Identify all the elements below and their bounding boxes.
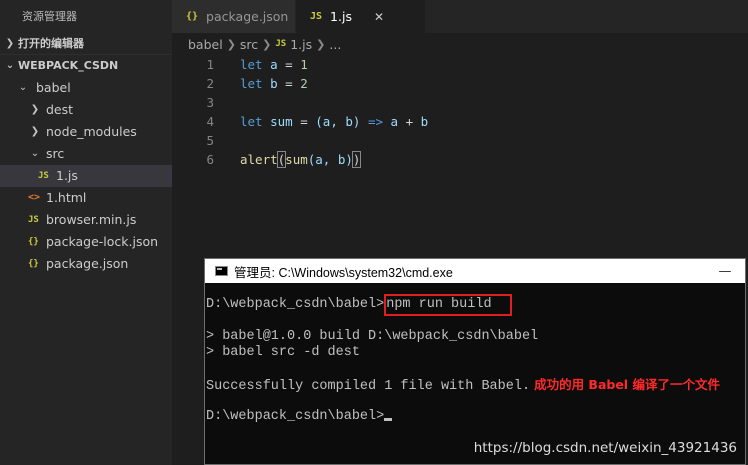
cmd-line: > babel@1.0.0 build D:\webpack_csdn\babe…: [206, 329, 539, 344]
tree-item-label: browser.min.js: [46, 212, 137, 227]
tab-label: package.json: [206, 9, 289, 24]
line-number: 5: [206, 133, 214, 148]
json-file-icon: {}: [186, 11, 199, 22]
tree-item-dest[interactable]: ❯ dest: [0, 99, 172, 121]
open-editors-label: 打开的编辑器: [18, 36, 84, 50]
open-editors-section[interactable]: ❯ 打开的编辑器: [0, 33, 172, 55]
explorer-sidebar: 资源管理器 ❯ 打开的编辑器 ⌄ WEBPACK_CSDN ⌄ babel ❯ …: [0, 0, 172, 465]
line-number: 6: [206, 152, 214, 167]
breadcrumb-item[interactable]: babel: [188, 37, 223, 52]
terminal-icon: [215, 266, 228, 276]
cmd-titlebar[interactable]: 管理员: C:\Windows\system32\cmd.exe —: [205, 259, 745, 283]
tree-item-node-modules[interactable]: ❯ node_modules: [0, 121, 172, 143]
breadcrumb-item[interactable]: ...: [329, 37, 341, 52]
chevron-down-icon: ⌄: [18, 82, 28, 93]
chevron-right-icon: ❯: [5, 37, 15, 49]
json-file-icon: {}: [28, 237, 39, 247]
tree-item-browser-min-js[interactable]: JS browser.min.js: [0, 209, 172, 231]
cmd-prompt: D:\webpack_csdn\babel>: [206, 297, 385, 312]
tree-item-label: babel: [36, 80, 71, 95]
watermark: https://blog.csdn.net/weixin_43921436: [473, 440, 737, 456]
cmd-line: D:\webpack_csdn\babel>: [206, 409, 745, 425]
chevron-down-icon: ⌄: [30, 148, 40, 159]
close-icon[interactable]: ✕: [374, 10, 384, 24]
cmd-line: > babel src -d dest: [206, 345, 360, 360]
tree-item-label: package.json: [46, 256, 129, 271]
breadcrumb-item[interactable]: src: [240, 37, 258, 52]
text-cursor: [384, 418, 393, 421]
js-file-icon: JS: [28, 215, 39, 225]
chevron-right-icon: ❯: [30, 126, 40, 137]
cmd-window[interactable]: 管理员: C:\Windows\system32\cmd.exe — D:\we…: [204, 258, 746, 465]
js-file-icon: JS: [275, 39, 287, 49]
minimize-button[interactable]: —: [705, 264, 745, 279]
tree-item-package-lock-json[interactable]: {} package-lock.json: [0, 231, 172, 253]
editor-tab-bar: {} package.json JS 1.js ✕: [172, 0, 748, 33]
code-editor[interactable]: 1 let a = 1 2 let b = 2 3 4 let sum = (a…: [172, 55, 748, 255]
cmd-line: D:\webpack_csdn\babel> npm run build: [206, 294, 745, 316]
code-line: 1 let a = 1: [172, 55, 748, 74]
cmd-prompt: D:\webpack_csdn\babel>: [206, 409, 385, 424]
breadcrumb-item[interactable]: 1.js: [290, 37, 312, 52]
js-file-icon: JS: [38, 171, 49, 181]
tree-item-1-js[interactable]: JS 1.js: [0, 165, 172, 187]
tab-label: 1.js: [330, 9, 352, 24]
tree-item-package-json[interactable]: {} package.json: [0, 253, 172, 275]
code-text: let sum = (a, b) => a + b: [240, 114, 429, 129]
tree-item-label: 1.js: [56, 168, 78, 183]
success-message: Successfully compiled 1 file with Babel.: [206, 379, 531, 394]
tab-1-js[interactable]: JS 1.js ✕: [296, 0, 426, 33]
tree-item-1-html[interactable]: <> 1.html: [0, 187, 172, 209]
code-line: 3: [172, 93, 748, 112]
code-text: let a = 1: [240, 57, 308, 72]
tree-item-babel[interactable]: ⌄ babel: [0, 77, 172, 99]
tree-item-label: package-lock.json: [46, 234, 159, 249]
line-number: 1: [206, 57, 214, 72]
tab-package-json[interactable]: {} package.json: [172, 0, 296, 33]
breadcrumb: babel ❯ src ❯ JS 1.js ❯ ...: [172, 33, 748, 55]
js-file-icon: JS: [310, 11, 323, 22]
tree-item-label: 1.html: [46, 190, 87, 205]
chevron-right-icon: ❯: [262, 37, 272, 51]
tree-item-label: node_modules: [46, 124, 137, 139]
tree-item-src[interactable]: ⌄ src: [0, 143, 172, 165]
cmd-output[interactable]: D:\webpack_csdn\babel> npm run build > ba…: [205, 283, 745, 425]
json-file-icon: {}: [28, 259, 39, 269]
explorer-title: 资源管理器: [22, 10, 77, 23]
project-label: WEBPACK_CSDN: [18, 59, 119, 72]
chevron-right-icon: ❯: [316, 37, 326, 51]
tree-item-label: src: [46, 146, 65, 161]
code-line: 5: [172, 131, 748, 150]
code-line: 2 let b = 2: [172, 74, 748, 93]
html-file-icon: <>: [28, 192, 41, 203]
code-line: 6 alert(sum(a, b)): [172, 150, 748, 169]
cmd-line: Successfully compiled 1 file with Babel.…: [206, 377, 745, 394]
tree-item-label: dest: [46, 102, 74, 117]
chevron-down-icon: ⌄: [5, 60, 15, 71]
code-text: let b = 2: [240, 76, 308, 91]
cmd-title: 管理员: C:\Windows\system32\cmd.exe: [234, 265, 453, 280]
annotation-note: 成功的用 Babel 编译了一个文件: [534, 377, 720, 392]
code-line: 4 let sum = (a, b) => a + b: [172, 112, 748, 131]
line-number: 2: [206, 76, 214, 91]
chevron-right-icon: ❯: [30, 104, 40, 115]
line-number: 3: [206, 95, 214, 110]
line-number: 4: [206, 114, 214, 129]
code-text: alert(sum(a, b)): [240, 151, 362, 168]
project-section[interactable]: ⌄ WEBPACK_CSDN: [0, 55, 172, 77]
chevron-right-icon: ❯: [226, 37, 236, 51]
highlighted-command: npm run build: [384, 294, 512, 316]
